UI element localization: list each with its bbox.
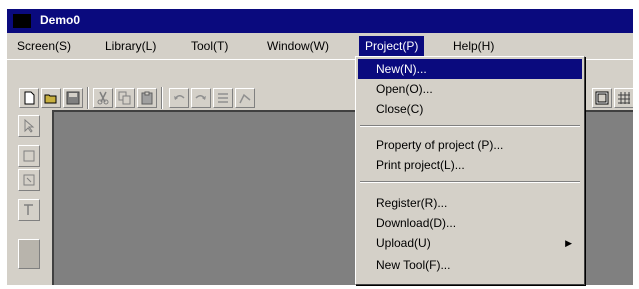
copy-button[interactable] <box>115 88 135 108</box>
menu-item-property[interactable]: Property of project (P)... <box>358 135 582 155</box>
project-menu-dropdown: New(N)... Open(O)... Close(C) Property o… <box>355 56 585 285</box>
menu-item-upload[interactable]: Upload(U) ▶ <box>358 233 582 253</box>
resize-tool-button[interactable] <box>18 169 40 191</box>
redo-button[interactable] <box>191 88 211 108</box>
toolbar-separator <box>87 87 89 109</box>
menu-item-download[interactable]: Download(D)... <box>358 213 582 233</box>
menu-item-close[interactable]: Close(C) <box>358 99 582 119</box>
line-button[interactable] <box>235 88 255 108</box>
submenu-arrow-icon: ▶ <box>565 238 572 248</box>
menu-item-print[interactable]: Print project(L)... <box>358 155 582 175</box>
copy-icon <box>118 91 131 105</box>
menu-project[interactable]: Project(P) <box>359 36 425 56</box>
text-tool-button[interactable] <box>18 199 40 221</box>
paste-icon <box>141 91 153 105</box>
redo-icon <box>195 95 206 100</box>
cut-icon <box>97 91 109 105</box>
window-title: Demo0 <box>40 13 81 27</box>
rectangle-icon <box>23 150 35 162</box>
menu-item-new[interactable]: New(N)... <box>358 59 582 79</box>
grid-tool-button[interactable] <box>614 88 633 108</box>
menu-item-open[interactable]: Open(O)... <box>358 79 582 99</box>
menu-help[interactable]: Help(H) <box>447 36 500 56</box>
align-icon <box>218 93 228 103</box>
pointer-icon <box>595 91 609 105</box>
draw-tool-button[interactable] <box>18 145 40 167</box>
paste-button[interactable] <box>137 88 157 108</box>
save-icon <box>66 91 80 105</box>
new-file-icon <box>24 91 35 105</box>
select-tool-button[interactable] <box>18 115 40 137</box>
line-icon <box>239 93 251 104</box>
save-button[interactable] <box>63 88 83 108</box>
undo-button[interactable] <box>169 88 189 108</box>
open-button[interactable] <box>41 88 61 108</box>
arrow-cursor-icon <box>24 118 35 133</box>
menu-window[interactable]: Window(W) <box>261 36 335 56</box>
toolbar-separator <box>161 87 163 109</box>
palette-item[interactable] <box>18 239 40 269</box>
undo-icon <box>174 95 185 100</box>
text-icon <box>24 204 33 215</box>
cut-button[interactable] <box>93 88 113 108</box>
resize-icon <box>23 174 35 186</box>
menu-separator <box>360 181 580 183</box>
menu-tool[interactable]: Tool(T) <box>185 36 234 56</box>
open-folder-icon <box>44 94 57 104</box>
system-menu-icon[interactable] <box>13 14 31 28</box>
new-file-button[interactable] <box>19 88 39 108</box>
menu-item-new-tool[interactable]: New Tool(F)... <box>358 255 582 275</box>
pointer-tool-button[interactable] <box>592 88 612 108</box>
menu-separator <box>360 125 580 127</box>
menu-library[interactable]: Library(L) <box>99 36 162 56</box>
title-bar: Demo0 <box>7 9 633 33</box>
align-button[interactable] <box>213 88 233 108</box>
grid-icon <box>618 92 630 104</box>
menu-item-register[interactable]: Register(R)... <box>358 193 582 213</box>
menu-screen[interactable]: Screen(S) <box>11 36 77 56</box>
tool-palette <box>14 109 44 285</box>
